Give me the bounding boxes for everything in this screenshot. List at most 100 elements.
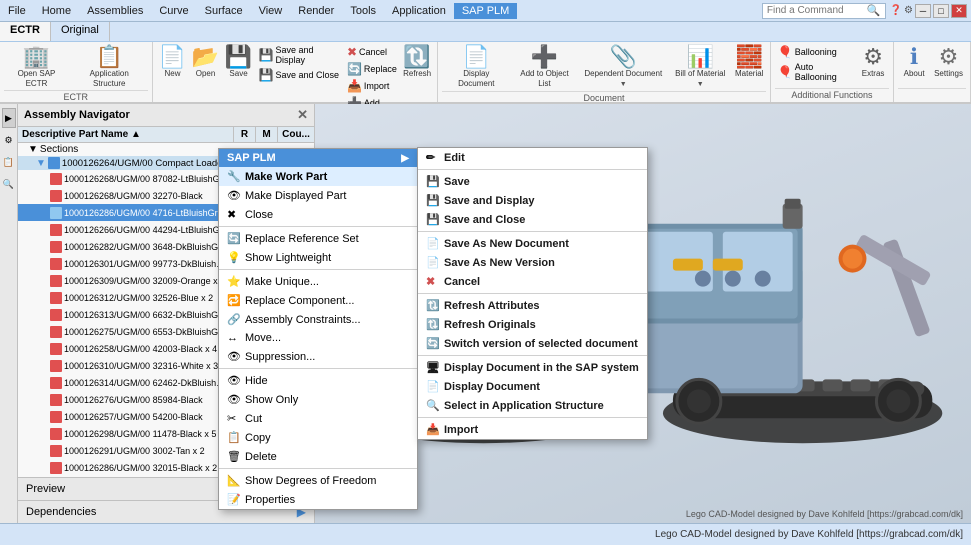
menu-sap-plm[interactable]: SAP PLM xyxy=(454,3,518,19)
sidebar-title: Assembly Navigator xyxy=(24,109,130,121)
submenu-switch-version[interactable]: 🔄 Switch version of selected document xyxy=(418,334,647,353)
submenu-save-display[interactable]: 💾 Save and Display xyxy=(418,191,647,210)
left-panel-btn-4[interactable]: 🔍 xyxy=(2,174,16,194)
menu-curve[interactable]: Curve xyxy=(151,3,196,19)
context-menu-show-only[interactable]: 👁 Show Only xyxy=(219,390,417,409)
dependent-document-button[interactable]: 📎 Dependent Document ▼ xyxy=(579,44,668,91)
context-menu-show-lightweight[interactable]: 💡 Show Lightweight xyxy=(219,248,417,267)
context-menu-replace-ref-set[interactable]: 🔄 Replace Reference Set xyxy=(219,229,417,248)
context-menu-make-work-part[interactable]: 🔧 Make Work Part xyxy=(219,167,417,186)
menu-render[interactable]: Render xyxy=(290,3,342,19)
save-display-button[interactable]: 💾 Save and Display xyxy=(256,44,343,66)
submenu-display-doc[interactable]: 📄 Display Document xyxy=(418,377,647,396)
left-panel-btn-2[interactable]: ⚙ xyxy=(2,130,16,150)
tab-original[interactable]: Original xyxy=(51,22,110,41)
import-button[interactable]: 📥 Import xyxy=(344,78,392,94)
menu-view[interactable]: View xyxy=(251,3,291,19)
display-document-button[interactable]: 📄 Display Document xyxy=(442,44,510,90)
menu-application[interactable]: Application xyxy=(384,3,454,19)
settings-button[interactable]: ⚙ Settings xyxy=(931,44,966,81)
context-menu-show-dof[interactable]: 📐 Show Degrees of Freedom xyxy=(219,471,417,490)
cancel-button[interactable]: ✖ Cancel xyxy=(344,44,390,60)
submenu-refresh-attrs[interactable]: 🔃 Refresh Attributes xyxy=(418,296,647,315)
minimize-button[interactable]: ─ xyxy=(915,4,931,18)
context-menu-suppression[interactable]: 👁 Suppression... xyxy=(219,347,417,366)
assembly-part-icon xyxy=(48,157,60,169)
context-menu-move[interactable]: ↔ Move... xyxy=(219,329,417,347)
ballooning-button[interactable]: 🎈 Ballooning xyxy=(775,44,856,60)
submenu-save-new-version[interactable]: 📄 Save As New Version xyxy=(418,253,647,272)
context-menu-copy[interactable]: 📋 Copy xyxy=(219,428,417,447)
suppression-icon: 👁 xyxy=(227,350,245,363)
submenu-save-close[interactable]: 💾 Save and Close xyxy=(418,210,647,229)
close-context-icon: ✖ xyxy=(227,208,245,221)
col-name-header[interactable]: Descriptive Part Name ▲ xyxy=(18,127,234,142)
part-icon xyxy=(50,173,62,185)
display-document-icon: 📄 xyxy=(463,46,490,68)
context-menu-hide[interactable]: 👁 Hide xyxy=(219,371,417,390)
help-icon[interactable]: ❓ xyxy=(890,5,902,16)
context-menu-assembly-constraints[interactable]: 🔗 Assembly Constraints... xyxy=(219,310,417,329)
context-menu-properties[interactable]: 📝 Properties xyxy=(219,490,417,509)
context-menu-cut[interactable]: ✂ Cut xyxy=(219,409,417,428)
col-m-header[interactable]: M xyxy=(256,127,278,142)
submenu-cancel[interactable]: ✖ Cancel xyxy=(418,272,647,291)
open-button[interactable]: 📂 Open xyxy=(190,44,222,81)
menu-assemblies[interactable]: Assemblies xyxy=(79,3,151,19)
add-to-object-list-button[interactable]: ➕ Add to Object List xyxy=(511,44,577,90)
context-sep-3 xyxy=(219,368,417,369)
menu-tools[interactable]: Tools xyxy=(342,3,384,19)
credit-text: Lego CAD-Model designed by Dave Kohlfeld… xyxy=(686,509,963,519)
material-button[interactable]: 🧱 Material xyxy=(733,44,766,81)
submenu-import[interactable]: 📥 Import xyxy=(418,420,647,439)
open-sap-ectr-button[interactable]: 🏢 Open SAP ECTR xyxy=(4,44,69,90)
submenu-save[interactable]: 💾 Save xyxy=(418,172,647,191)
extras-button[interactable]: ⚙ Extras xyxy=(857,44,889,81)
search-icon: 🔍 xyxy=(867,4,881,17)
context-menu-make-displayed-part[interactable]: 👁 Make Displayed Part xyxy=(219,186,417,205)
context-menu-replace-component[interactable]: 🔁 Replace Component... xyxy=(219,291,417,310)
new-button[interactable]: 📄 New xyxy=(157,44,189,81)
context-menu-make-unique[interactable]: ⭐ Make Unique... xyxy=(219,272,417,291)
display-sap-icon: 🖥 xyxy=(426,361,444,374)
tab-ectr[interactable]: ECTR xyxy=(0,22,51,41)
new-icon: 📄 xyxy=(159,46,186,68)
sidebar-close-button[interactable]: ✕ xyxy=(297,107,308,123)
submenu-refresh-originals[interactable]: 🔃 Refresh Originals xyxy=(418,315,647,334)
submenu-cancel-icon: ✖ xyxy=(426,275,444,288)
submenu-save-new-doc[interactable]: 📄 Save As New Document xyxy=(418,234,647,253)
context-menu-sap-plm-header[interactable]: SAP PLM ▶ ✏ Edit 💾 Save 💾 Save and Displ… xyxy=(219,149,417,167)
import-icon: 📥 xyxy=(347,79,362,93)
save-button[interactable]: 💾 Save xyxy=(223,44,255,81)
refresh-icon: 🔃 xyxy=(403,46,430,68)
about-button[interactable]: ℹ About xyxy=(898,44,930,81)
submenu-select-app-structure[interactable]: 🔍 Select in Application Structure xyxy=(418,396,647,415)
application-structure-button[interactable]: 📋 Application Structure xyxy=(71,44,148,90)
close-button[interactable]: ✕ xyxy=(951,4,967,18)
left-panel-btn-1[interactable]: ▶ xyxy=(2,108,16,128)
submenu-display-sap[interactable]: 🖥 Display Document in the SAP system xyxy=(418,358,647,377)
about-icon: ℹ xyxy=(910,46,918,68)
find-command-input[interactable] xyxy=(767,5,867,16)
submenu-edit[interactable]: ✏ Edit xyxy=(418,148,647,167)
context-menu-submenu-arrow: ▶ xyxy=(401,153,409,164)
maximize-button[interactable]: □ xyxy=(933,4,949,18)
hide-icon: 👁 xyxy=(227,374,245,387)
left-panel-btn-3[interactable]: 📋 xyxy=(2,152,16,172)
replace-button[interactable]: 🔄 Replace xyxy=(344,61,400,77)
menu-file[interactable]: File xyxy=(0,3,34,19)
context-sep-2 xyxy=(219,269,417,270)
context-menu-delete[interactable]: 🗑 Delete xyxy=(219,447,417,466)
context-menu-close[interactable]: ✖ Close xyxy=(219,205,417,224)
bill-of-material-button[interactable]: 📊 Bill of Material ▼ xyxy=(669,44,732,91)
refresh-button[interactable]: 🔃 Refresh xyxy=(401,44,433,81)
col-count-header[interactable]: Cou... xyxy=(278,127,314,142)
menu-surface[interactable]: Surface xyxy=(197,3,251,19)
settings-icon[interactable]: ⚙ xyxy=(904,5,913,16)
save-close-button[interactable]: 💾 Save and Close xyxy=(256,67,343,83)
replace-component-icon: 🔁 xyxy=(227,294,245,307)
menu-home[interactable]: Home xyxy=(34,3,79,19)
col-r-header[interactable]: R xyxy=(234,127,256,142)
auto-ballooning-button[interactable]: 🎈 Auto Ballooning xyxy=(775,61,856,83)
status-bar: Lego CAD-Model designed by Dave Kohlfeld… xyxy=(0,523,971,545)
